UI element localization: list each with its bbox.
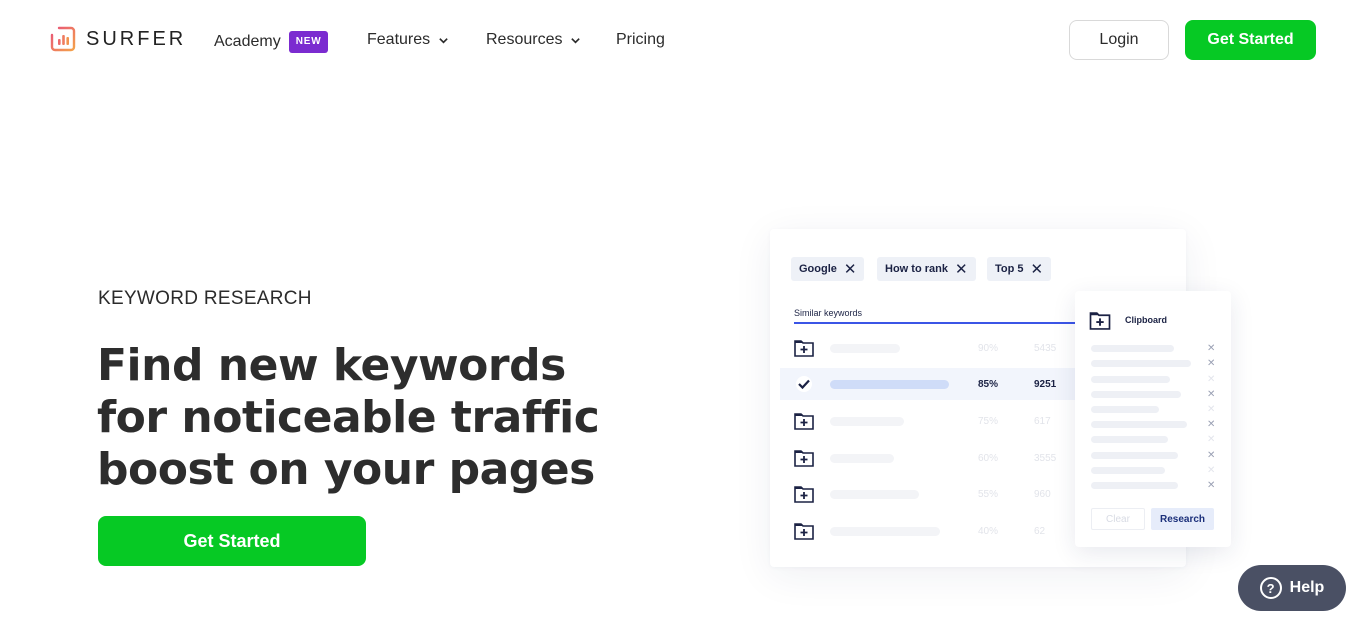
keyword-placeholder-bar [830,379,949,389]
get-started-nav-button[interactable]: Get Started [1185,20,1316,60]
close-icon: ✕ [1207,434,1216,445]
close-icon: ✕ [954,260,968,278]
nav-item-pricing[interactable]: Pricing [616,31,665,49]
add-folder-icon [1089,312,1111,330]
chip-label: How to rank [885,263,948,275]
clipboard-item-bar [1091,421,1187,428]
filter-chip-google: Google ✕ [791,257,865,281]
nav-item-features[interactable]: Features [367,31,449,49]
chevron-down-icon [571,37,581,44]
nav-features-label: Features [367,31,431,48]
hero-headline: Find new keywords for noticeable traffic… [97,340,657,496]
keyword-volume: 5435 [1034,342,1057,354]
nav-academy-label: Academy [214,33,281,50]
close-icon: ✕ [1030,260,1044,278]
clipboard-card: Clipboard ✕ ✕ ✕ ✕ ✕ ✕ ✕ ✕ ✕ ✕ Clear Rese… [1075,291,1231,547]
surfer-logo[interactable]: SURFER [50,26,186,52]
keyword-difficulty: 85% [978,378,999,390]
close-icon: ✕ [1207,419,1216,430]
clipboard-item-bar [1091,406,1159,413]
keyword-row: 55% 960 [780,478,1080,510]
keyword-placeholder-bar [830,526,940,536]
keyword-volume: 62 [1034,525,1046,537]
chip-label: Top 5 [995,263,1024,275]
keyword-row: 60% 3555 [780,442,1080,474]
check-icon [796,376,812,392]
keyword-row: 90% 5435 [780,332,1080,364]
add-folder-icon [794,523,814,540]
keyword-volume: 3555 [1034,452,1057,464]
keyword-row: 75% 617 [780,405,1080,437]
keyword-difficulty: 75% [978,415,999,427]
keyword-placeholder-bar [830,416,904,426]
keyword-volume: 960 [1034,488,1051,500]
add-folder-icon [794,413,814,430]
keyword-volume: 617 [1034,415,1051,427]
tab-underline [794,322,1076,324]
get-started-hero-button[interactable]: Get Started [98,516,366,566]
help-label: Help [1289,579,1325,596]
research-button: Research [1151,508,1214,530]
close-icon: ✕ [1207,404,1216,415]
close-icon: ✕ [1207,389,1216,400]
add-folder-icon [794,340,814,357]
keyword-difficulty: 60% [978,452,999,464]
keyword-row: 40% 62 [780,515,1080,547]
keyword-placeholder-bar [830,343,900,353]
clipboard-title: Clipboard [1125,315,1167,325]
surfer-logo-icon [50,26,76,52]
keyword-difficulty: 40% [978,525,999,537]
similar-keywords-label: Similar keywords [794,308,863,318]
close-icon: ✕ [1207,374,1216,385]
login-button[interactable]: Login [1069,20,1169,60]
nav-item-academy[interactable]: Academy NEW [214,31,329,53]
close-icon: ✕ [843,260,857,278]
chevron-down-icon [439,37,448,44]
chip-label: Google [799,263,837,275]
headline-line-2: for noticeable traffic [97,392,600,443]
clear-button: Clear [1091,508,1145,530]
clipboard-item-bar [1091,360,1191,367]
keyword-row-selected: 85% 9251 [780,368,1080,400]
new-badge: NEW [288,31,329,53]
close-icon: ✕ [1207,465,1216,476]
clipboard-item-bar [1091,345,1174,352]
close-icon: ✕ [1207,480,1216,491]
filter-chip-top-5: Top 5 ✕ [987,257,1052,281]
close-icon: ✕ [1207,358,1216,369]
clipboard-item-bar [1091,376,1170,383]
nav-resources-label: Resources [486,31,563,48]
keyword-placeholder-bar [830,453,894,463]
keyword-volume: 9251 [1034,378,1057,390]
clipboard-item-bar [1091,482,1178,489]
top-navigation: SURFER Academy NEW Features Resources Pr… [0,0,1366,80]
hero-eyebrow: KEYWORD RESEARCH [98,288,312,309]
close-icon: ✕ [1207,343,1216,354]
keyword-placeholder-bar [830,489,919,499]
add-folder-icon [794,486,814,503]
headline-line-1: Find new keywords [97,340,566,391]
headline-line-3: boost on your pages [97,444,595,495]
keyword-difficulty: 90% [978,342,999,354]
filter-chip-how-to-rank: How to rank ✕ [877,257,976,281]
question-mark-icon: ? [1259,577,1282,599]
nav-item-resources[interactable]: Resources [486,31,581,49]
clipboard-item-bar [1091,391,1181,398]
clipboard-item-bar [1091,467,1165,474]
keyword-difficulty: 55% [978,488,999,500]
clipboard-item-bar [1091,436,1168,443]
nav-pricing-label: Pricing [616,31,665,48]
brand-name: SURFER [86,27,187,50]
help-button[interactable]: ? Help [1238,565,1346,611]
clipboard-item-bar [1091,452,1178,459]
add-folder-icon [794,450,814,467]
close-icon: ✕ [1207,450,1216,461]
